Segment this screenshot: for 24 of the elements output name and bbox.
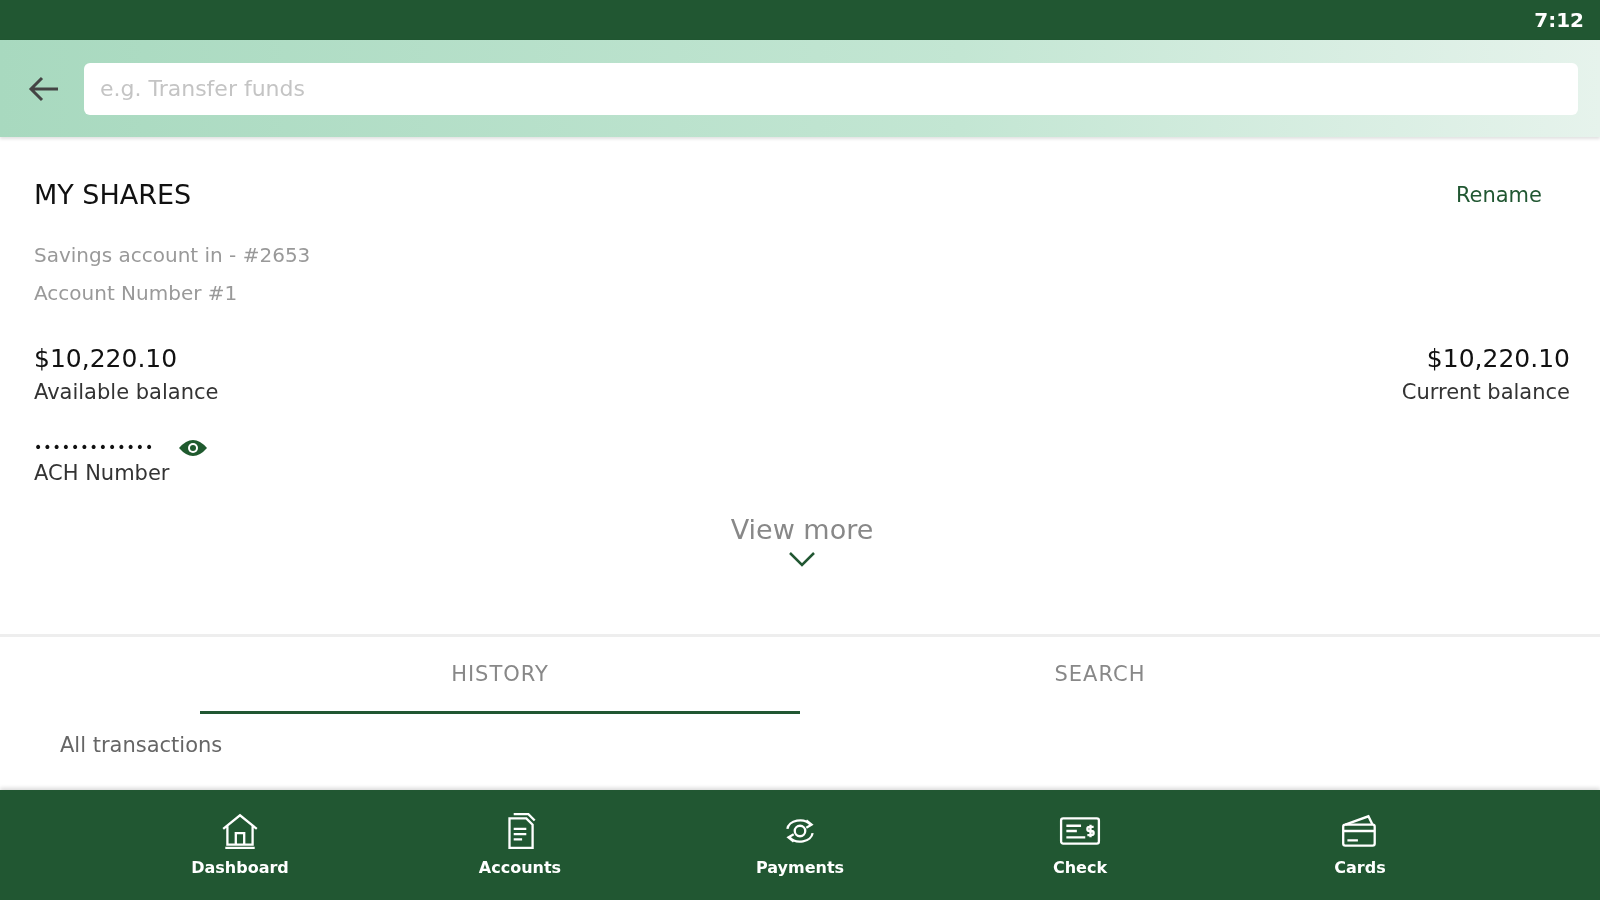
nav-item[interactable]: Accounts xyxy=(450,809,590,881)
nav-item[interactable]: Payments xyxy=(730,809,870,881)
account-title: MY SHARES xyxy=(34,178,192,212)
chevron-down-icon[interactable] xyxy=(788,551,816,568)
tab[interactable]: HISTORY xyxy=(200,637,800,714)
balance-label: Available balance xyxy=(34,379,219,406)
search-field[interactable]: e.g. Transfer funds xyxy=(84,62,1578,115)
tab[interactable]: SEARCH xyxy=(800,637,1400,714)
nav-item[interactable]: Dashboard xyxy=(170,809,310,881)
section-heading: All transactions xyxy=(59,731,224,759)
balance-amount: $10,220.10 xyxy=(1426,342,1570,375)
masked-number: ••••••••••••• xyxy=(34,438,155,458)
nav-item[interactable]: Cards xyxy=(1290,809,1430,881)
balance-label: Current balance xyxy=(1401,379,1570,406)
clock-time: 7:12 xyxy=(1534,7,1584,34)
account-type: Savings account in - #2653 xyxy=(34,241,312,269)
eye-icon[interactable] xyxy=(178,437,209,458)
account-number: Account Number #1 xyxy=(34,279,239,307)
view-more-button[interactable]: View more xyxy=(724,509,880,552)
nav-item[interactable]: Check xyxy=(1010,809,1150,881)
balance-amount: $10,220.10 xyxy=(34,342,178,375)
ach-label: ACH Number xyxy=(34,460,170,488)
back-icon[interactable] xyxy=(28,75,60,102)
rename-link[interactable]: Rename xyxy=(1455,179,1542,211)
